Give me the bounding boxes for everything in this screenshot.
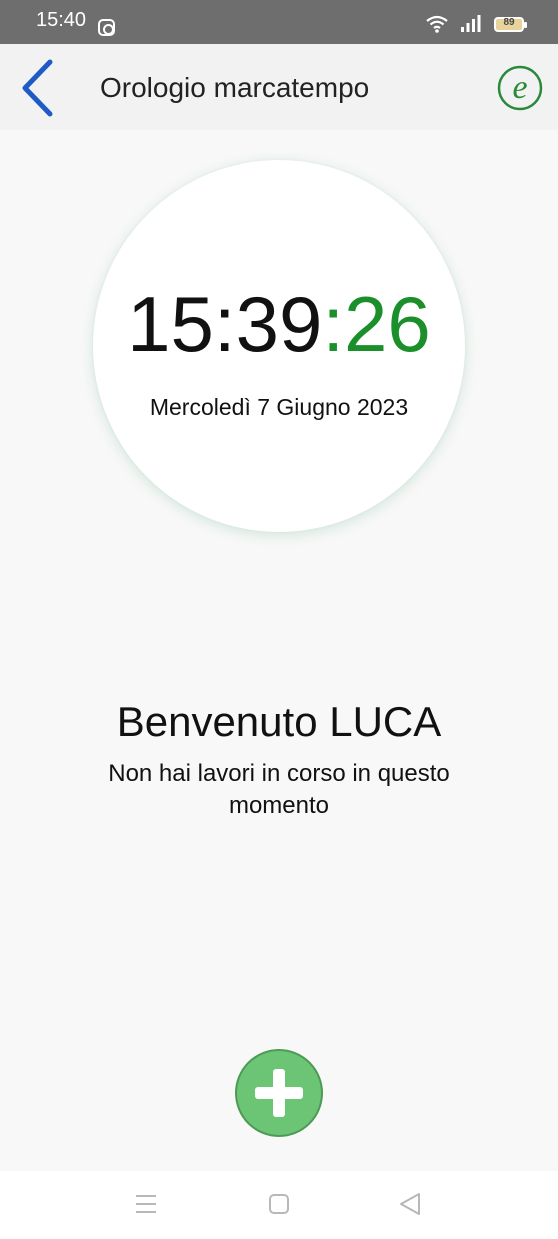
menu-icon[interactable] (128, 1189, 164, 1219)
chevron-left-icon (22, 59, 53, 117)
app-bar: Orologio marcatempo e (0, 44, 558, 130)
logo-letter: e (512, 69, 527, 106)
clock-hours-minutes: 15:39 (127, 280, 323, 368)
wifi-icon (426, 15, 448, 33)
system-nav-bar (0, 1171, 558, 1239)
status-icons: 89 (426, 14, 527, 34)
status-bar: 15:40 89 (0, 0, 558, 44)
battery-level: 89 (503, 16, 515, 28)
app-logo: e (497, 65, 543, 111)
signal-icon (461, 15, 481, 32)
clock-date: Mercoledì 7 Giugno 2023 (149, 394, 409, 420)
back-button[interactable] (16, 58, 64, 118)
page-title: Orologio marcatempo (100, 72, 370, 103)
plus-icon (255, 1069, 303, 1117)
home-square-icon[interactable] (261, 1189, 297, 1219)
clock-time: 15:39:26 (93, 278, 465, 370)
status-time: 15:40 (36, 9, 87, 31)
instagram-icon (98, 19, 115, 36)
welcome-message: Non hai lavori in corso in questo moment… (108, 760, 450, 819)
welcome-title: Benvenuto LUCA (116, 698, 442, 745)
add-button[interactable] (235, 1049, 323, 1137)
back-triangle-icon[interactable] (393, 1189, 429, 1219)
clock-circle: 15:39:26 Mercoledì 7 Giugno 2023 (93, 160, 465, 532)
clock-seconds: :26 (322, 280, 431, 368)
battery-icon: 89 (494, 16, 527, 32)
